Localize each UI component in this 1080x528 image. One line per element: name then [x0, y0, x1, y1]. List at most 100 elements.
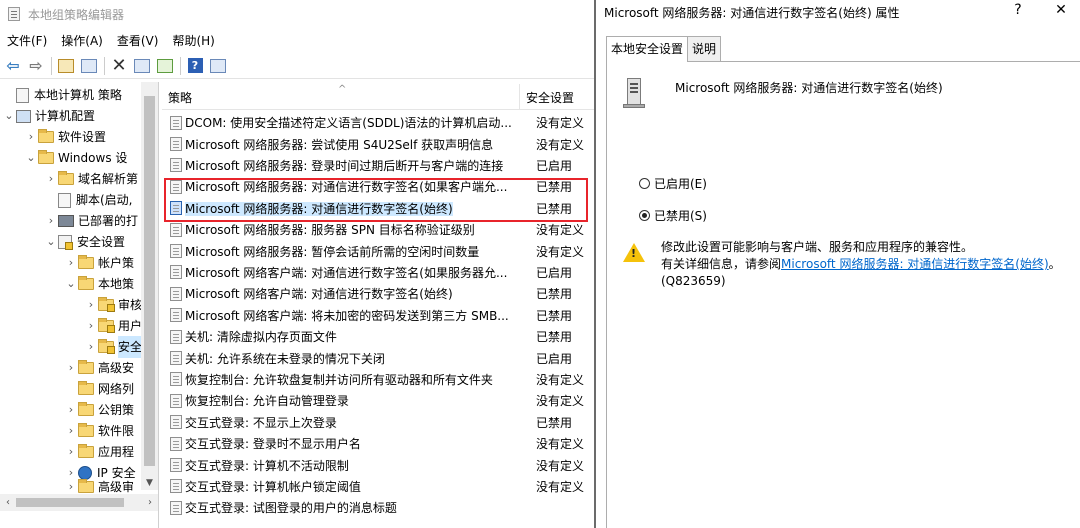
expand-chevron-icon[interactable]: › [44, 168, 58, 190]
scroll-left-arrow-icon[interactable]: ‹ [0, 494, 16, 511]
expand-chevron-icon[interactable]: › [84, 315, 98, 337]
policy-row[interactable]: Microsoft 网络服务器: 暂停会话前所需的空闲时间数量 没有定义 [162, 240, 594, 261]
policy-row[interactable]: Microsoft 网络服务器: 服务器 SPN 目标名称验证级别 没有定义 [162, 219, 594, 240]
expand-chevron-icon[interactable]: › [64, 420, 78, 442]
menu-help[interactable]: 帮助(H) [165, 30, 221, 52]
tree-item-name-resolution[interactable]: › 域名解析第 [44, 168, 138, 190]
export-list-icon[interactable] [154, 55, 176, 77]
policy-row[interactable]: Microsoft 网络服务器: 登录时间过期后断开与客户端的连接 已启用 [162, 155, 594, 176]
tree-horizontal-scrollbar[interactable]: ‹ › [0, 494, 158, 511]
security-setting-value: 已启用 [536, 158, 573, 173]
policy-row[interactable]: DCOM: 使用安全描述符定义语言(SDDL)语法的计算机启动... 没有定义 [162, 112, 594, 133]
show-hide-action-pane-icon[interactable] [207, 55, 229, 77]
tree-item-network-list[interactable]: 网络列 [64, 378, 134, 400]
tree-item-app-control[interactable]: › 应用程 [64, 441, 134, 463]
tree-item-computer-config[interactable]: ⌄ 计算机配置 [2, 105, 95, 127]
security-setting-value: 没有定义 [536, 479, 585, 494]
folder-icon [78, 255, 94, 269]
tree-item-advanced-firewall[interactable]: › 高级安 [64, 357, 134, 379]
menu-view[interactable]: 查看(V) [110, 30, 166, 52]
tree-item-deployed-printers[interactable]: › 已部署的打 [44, 210, 138, 232]
computer-icon [16, 109, 31, 123]
scroll-right-arrow-icon[interactable]: › [142, 494, 158, 511]
policy-row[interactable]: Microsoft 网络客户端: 对通信进行数字签名(如果服务器允... 已启用 [162, 262, 594, 283]
close-button[interactable]: ✕ [1052, 2, 1070, 18]
tree-item-scripts[interactable]: 脚本(启动, [44, 189, 133, 211]
security-setting-value: 已禁用 [536, 201, 573, 216]
menu-file[interactable]: 文件(F) [0, 30, 54, 52]
expand-chevron-icon[interactable]: › [44, 210, 58, 232]
policy-list[interactable]: ^ 策略 安全设置 DCOM: 使用安全描述符定义语言(SDDL)语法的计算机启… [162, 82, 594, 528]
kb-link[interactable]: Microsoft 网络服务器: 对通信进行数字签名(始终) [781, 257, 1049, 271]
expand-chevron-icon[interactable]: › [84, 294, 98, 316]
warning-reference: 有关详细信息，请参阅Microsoft 网络服务器: 对通信进行数字签名(始终)… [661, 257, 1061, 288]
window-title: 本地组策略编辑器 [28, 7, 125, 22]
policy-row[interactable]: 交互式登录: 登录时不显示用户名 没有定义 [162, 433, 594, 454]
tree-item-user-rights[interactable]: › 用户 [84, 315, 142, 337]
tree-item-windows-settings[interactable]: ⌄ Windows 设 [24, 147, 127, 169]
radio-disabled[interactable]: 已禁用(S) [639, 207, 707, 224]
security-setting-value: 没有定义 [536, 372, 585, 387]
help-icon[interactable]: ? [184, 55, 206, 77]
forward-arrow-icon[interactable]: ⇨ [25, 55, 47, 77]
policy-row[interactable]: 交互式登录: 计算机不活动限制 没有定义 [162, 454, 594, 475]
menu-action[interactable]: 操作(A) [54, 30, 110, 52]
tree-item-account-policies[interactable]: › 帐户策 [64, 252, 134, 274]
radio-button-checked-icon[interactable] [639, 210, 650, 221]
collapse-chevron-icon[interactable]: ⌄ [64, 273, 78, 295]
tree-item-local-computer-policy[interactable]: 本地计算机 策略 [2, 84, 122, 106]
collapse-chevron-icon[interactable]: ⌄ [2, 105, 16, 127]
security-setting-value: 已禁用 [536, 180, 573, 195]
folder-icon [98, 318, 115, 333]
column-header-security-setting[interactable]: 安全设置 [520, 84, 594, 110]
policy-row[interactable]: 交互式登录: 计算机帐户锁定阈值 没有定义 [162, 476, 594, 497]
radio-button-icon[interactable] [639, 178, 650, 189]
policy-setting-icon [170, 201, 182, 216]
policy-row[interactable]: 交互式登录: 不显示上次登录 已禁用 [162, 412, 594, 433]
tree-item-local-policies[interactable]: ⌄ 本地策 [64, 273, 134, 295]
policy-row[interactable]: Microsoft 网络服务器: 对通信进行数字签名(如果客户端允... 已禁用 [162, 176, 594, 197]
expand-chevron-icon[interactable]: › [64, 441, 78, 463]
toolbar: ⇦ ⇨ ✕ ? [0, 53, 594, 79]
back-arrow-icon[interactable]: ⇦ [2, 55, 24, 77]
policy-row[interactable]: 恢复控制台: 允许软盘复制并访问所有驱动器和所有文件夹 没有定义 [162, 369, 594, 390]
policy-row[interactable]: Microsoft 网络客户端: 将未加密的密码发送到第三方 SMB... 已禁用 [162, 305, 594, 326]
console-tree[interactable]: 本地计算机 策略 ⌄ 计算机配置 › 软件设置 ⌄ Windows 设 › 域名解析第 … [0, 82, 159, 528]
policy-row[interactable]: 恢复控制台: 允许自动管理登录 没有定义 [162, 390, 594, 411]
collapse-chevron-icon[interactable]: ⌄ [24, 147, 38, 169]
policy-row[interactable]: 交互式登录: 试图登录的用户的消息标题 [162, 497, 594, 518]
collapse-chevron-icon[interactable]: ⌄ [44, 231, 58, 253]
delete-icon[interactable]: ✕ [108, 55, 130, 77]
column-header-policy[interactable]: ^ 策略 [162, 84, 520, 110]
expand-chevron-icon[interactable]: › [64, 399, 78, 421]
tree-item-security-options[interactable]: › 安全 [84, 336, 143, 358]
scroll-thumb[interactable] [144, 96, 155, 466]
tree-item-public-key[interactable]: › 公钥策 [64, 399, 134, 421]
tab-local-security-setting[interactable]: 本地安全设置 [606, 36, 689, 62]
radio-enabled[interactable]: 已启用(E) [639, 175, 707, 192]
tree-item-audit-policy[interactable]: › 审核 [84, 294, 142, 316]
properties-icon[interactable] [131, 55, 153, 77]
sort-ascending-icon: ^ [338, 84, 347, 95]
tab-explain[interactable]: 说明 [687, 36, 722, 61]
policy-row[interactable]: 关机: 清除虚拟内存页面文件 已禁用 [162, 326, 594, 347]
expand-chevron-icon[interactable]: › [24, 126, 38, 148]
policy-row[interactable]: Microsoft 网络客户端: 对通信进行数字签名(始终) 已禁用 [162, 283, 594, 304]
scroll-thumb[interactable] [16, 498, 124, 507]
up-folder-icon[interactable] [55, 55, 77, 77]
policy-row[interactable]: Microsoft 网络服务器: 对通信进行数字签名(始终) 已禁用 [162, 198, 594, 219]
tree-vertical-scrollbar[interactable]: ▼ [141, 82, 158, 490]
help-button[interactable]: ? [1010, 2, 1026, 18]
gpedit-app-icon [8, 7, 20, 21]
show-hide-tree-icon[interactable] [78, 55, 100, 77]
expand-chevron-icon[interactable]: › [64, 252, 78, 274]
policy-name: 恢复控制台: 允许自动管理登录 [185, 394, 349, 409]
tree-item-software-settings[interactable]: › 软件设置 [24, 126, 106, 148]
expand-chevron-icon[interactable]: › [84, 336, 98, 358]
policy-row[interactable]: Microsoft 网络服务器: 尝试使用 S4U2Self 获取声明信息 没有定… [162, 133, 594, 154]
policy-row[interactable]: 关机: 允许系统在未登录的情况下关闭 已启用 [162, 347, 594, 368]
tree-item-security-settings[interactable]: ⌄ 安全设置 [44, 231, 125, 253]
scroll-down-arrow-icon[interactable]: ▼ [141, 476, 158, 490]
expand-chevron-icon[interactable]: › [64, 357, 78, 379]
tree-item-software-restriction[interactable]: › 软件限 [64, 420, 134, 442]
